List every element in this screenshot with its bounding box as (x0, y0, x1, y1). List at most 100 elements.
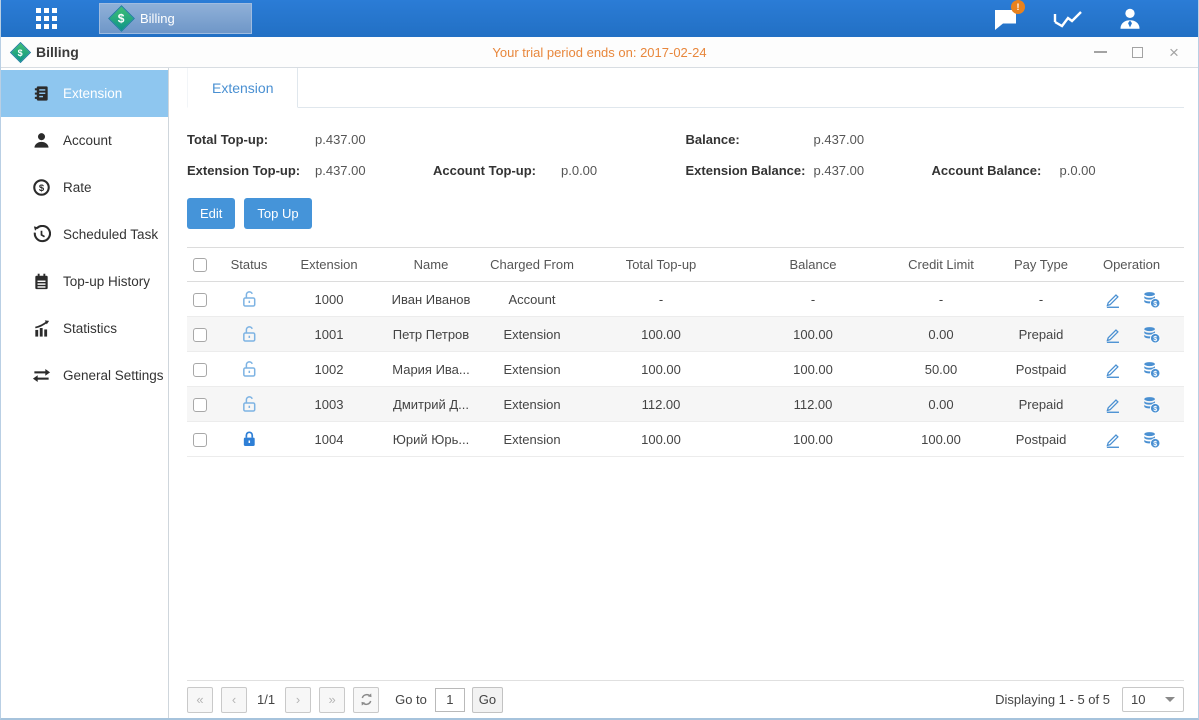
coins-dollar-icon: $ (1142, 325, 1161, 344)
table-row[interactable]: 1002 Мария Ива... Extension 100.00 100.0… (187, 352, 1184, 387)
tab-bar: Extension (187, 68, 1184, 108)
sidebar-label: Statistics (63, 321, 117, 336)
cell-credit-limit: - (879, 282, 1003, 317)
status-lock-icon (241, 430, 258, 445)
window-titlebar: $ Billing Your trial period ends on: 201… (1, 37, 1198, 68)
go-button[interactable]: Go (472, 687, 503, 713)
sidebar-item-topup-history[interactable]: Top-up History (1, 258, 168, 305)
cell-extension: 1003 (285, 387, 373, 422)
edit-row-button[interactable] (1103, 430, 1122, 449)
extension-balance-label: Extension Balance: (686, 163, 814, 178)
clock-history-icon (32, 225, 51, 244)
sidebar-item-rate[interactable]: $ Rate (1, 164, 168, 211)
cell-pay-type: Prepaid (1003, 317, 1079, 352)
close-button[interactable]: × (1166, 44, 1182, 60)
notifications-button[interactable]: ! (990, 6, 1022, 32)
user-icon (32, 131, 51, 150)
minimize-button[interactable] (1092, 44, 1108, 60)
sidebar-item-general-settings[interactable]: General Settings (1, 352, 168, 399)
top-up-row-button[interactable]: $ (1142, 360, 1161, 379)
topbar-actions: ! (990, 6, 1198, 32)
cell-charged-from: Extension (489, 422, 575, 457)
edit-row-button[interactable] (1103, 360, 1122, 379)
top-up-row-button[interactable]: $ (1142, 430, 1161, 449)
action-buttons: Edit Top Up (187, 198, 1184, 229)
col-credit-limit: Credit Limit (879, 248, 1003, 282)
first-page-button[interactable]: « (187, 687, 213, 713)
col-extension: Extension (285, 248, 373, 282)
cell-pay-type: Postpaid (1003, 352, 1079, 387)
goto-page-input[interactable] (435, 688, 465, 712)
cell-extension: 1000 (285, 282, 373, 317)
maximize-button[interactable] (1129, 44, 1145, 60)
balance-value: p.437.00 (814, 132, 932, 147)
edit-row-button[interactable] (1103, 395, 1122, 414)
extension-balance-value: p.437.00 (814, 163, 932, 178)
tab-extension[interactable]: Extension (187, 68, 298, 108)
table-row[interactable]: 1004 Юрий Юрь... Extension 100.00 100.00… (187, 422, 1184, 457)
col-operation: Operation (1079, 248, 1184, 282)
topbar: $ Billing ! (1, 0, 1198, 37)
edit-button[interactable]: Edit (187, 198, 235, 229)
edit-row-button[interactable] (1103, 290, 1122, 309)
row-checkbox[interactable] (193, 433, 207, 447)
window-app-icon: $ (10, 41, 31, 62)
sidebar-item-scheduled-task[interactable]: Scheduled Task (1, 211, 168, 258)
edit-row-button[interactable] (1103, 325, 1122, 344)
page-size-select[interactable]: 10 (1122, 687, 1184, 712)
refresh-icon (359, 692, 374, 707)
table-row[interactable]: 1001 Петр Петров Extension 100.00 100.00… (187, 317, 1184, 352)
displaying-text: Displaying 1 - 5 of 5 (995, 692, 1110, 707)
page-size-value: 10 (1131, 692, 1145, 707)
refresh-button[interactable] (353, 687, 379, 713)
top-up-row-button[interactable]: $ (1142, 290, 1161, 309)
sidebar-item-extension[interactable]: Extension (1, 70, 168, 117)
sidebar-item-statistics[interactable]: Statistics (1, 305, 168, 352)
cell-pay-type: Postpaid (1003, 422, 1079, 457)
coins-dollar-icon: $ (1142, 360, 1161, 379)
cell-total-topup: - (575, 282, 747, 317)
row-checkbox[interactable] (193, 363, 207, 377)
top-up-row-button[interactable]: $ (1142, 325, 1161, 344)
user-menu-button[interactable] (1114, 6, 1146, 32)
next-page-button[interactable]: › (285, 687, 311, 713)
app-launcher-icon[interactable] (36, 8, 57, 29)
cell-charged-from: Extension (489, 387, 575, 422)
row-checkbox[interactable] (193, 398, 207, 412)
cell-balance: 100.00 (747, 422, 879, 457)
goto-label: Go to (395, 692, 427, 707)
top-up-row-button[interactable]: $ (1142, 395, 1161, 414)
prev-page-button[interactable]: ‹ (221, 687, 247, 713)
cell-credit-limit: 0.00 (879, 317, 1003, 352)
monitor-button[interactable] (1052, 6, 1084, 32)
col-status: Status (213, 248, 285, 282)
svg-text:$: $ (1153, 334, 1157, 342)
top-up-button[interactable]: Top Up (244, 198, 311, 229)
table-row[interactable]: 1003 Дмитрий Д... Extension 112.00 112.0… (187, 387, 1184, 422)
pencil-icon (1103, 290, 1122, 309)
status-lock-icon (241, 360, 258, 375)
billing-diamond-icon: $ (108, 5, 135, 32)
taskbar-tab-billing[interactable]: $ Billing (99, 3, 252, 34)
cell-credit-limit: 50.00 (879, 352, 1003, 387)
table-header-row: Status Extension Name Charged From Total… (187, 248, 1184, 282)
sidebar: Extension Account $ Rate Scheduled Task … (1, 68, 169, 718)
dollar-circle-icon: $ (32, 178, 51, 197)
cell-pay-type: Prepaid (1003, 387, 1079, 422)
row-checkbox[interactable] (193, 293, 207, 307)
col-total-topup: Total Top-up (575, 248, 747, 282)
row-checkbox[interactable] (193, 328, 207, 342)
cell-name: Дмитрий Д... (373, 387, 489, 422)
cell-credit-limit: 0.00 (879, 387, 1003, 422)
table-row[interactable]: 1000 Иван Иванов Account - - - - $ (187, 282, 1184, 317)
extension-topup-value: p.437.00 (315, 163, 433, 178)
cell-balance: 112.00 (747, 387, 879, 422)
last-page-button[interactable]: » (319, 687, 345, 713)
account-topup-label: Account Top-up: (433, 163, 561, 178)
sidebar-item-account[interactable]: Account (1, 117, 168, 164)
page-indicator: 1/1 (257, 692, 275, 707)
select-all-checkbox[interactable] (193, 258, 207, 272)
line-chart-icon (1052, 7, 1084, 31)
svg-text:$: $ (1153, 299, 1157, 307)
account-balance-label: Account Balance: (932, 163, 1060, 178)
